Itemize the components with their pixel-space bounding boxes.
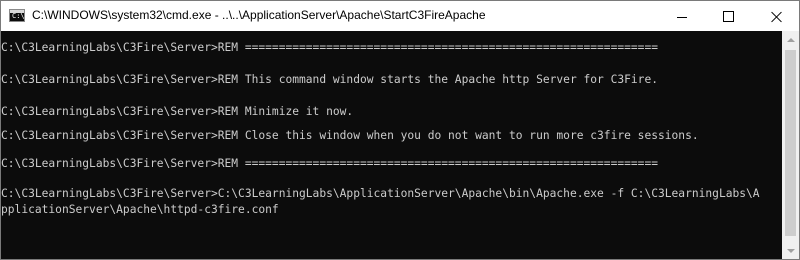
scroll-up-arrow-icon [786, 37, 795, 42]
cmd-window: C:\ C:\WINDOWS\system32\cmd.exe - ..\..\… [0, 0, 800, 260]
minimize-button[interactable] [659, 1, 705, 31]
console-line: C:\C3LearningLabs\C3Fire\Server>REM This… [1, 73, 658, 86]
console-line: C:\C3LearningLabs\C3Fire\Server>REM Clos… [1, 129, 699, 142]
console-output[interactable]: C:\C3LearningLabs\C3Fire\Server>REM ====… [1, 31, 782, 259]
scrollbar-thumb[interactable] [785, 50, 796, 236]
console-line: pplicationServer\Apache\httpd-c3fire.con… [1, 203, 279, 216]
cmd-icon[interactable]: C:\ [9, 9, 25, 22]
console-line: C:\C3LearningLabs\C3Fire\Server>REM ====… [1, 157, 658, 170]
minimize-icon [677, 16, 687, 18]
scroll-up-button[interactable] [782, 31, 799, 48]
title-bar[interactable]: C:\ C:\WINDOWS\system32\cmd.exe - ..\..\… [1, 1, 799, 31]
console-line: C:\C3LearningLabs\C3Fire\Server>C:\C3Lea… [1, 187, 760, 200]
console-line: C:\C3LearningLabs\C3Fire\Server>REM Mini… [1, 105, 354, 118]
scroll-down-arrow-icon [786, 248, 795, 253]
scroll-down-button[interactable] [782, 242, 799, 259]
close-icon [771, 11, 782, 22]
close-button[interactable] [753, 1, 799, 31]
window-title: C:\WINDOWS\system32\cmd.exe - ..\..\Appl… [32, 8, 486, 22]
vertical-scrollbar[interactable] [782, 31, 799, 259]
console-line: C:\C3LearningLabs\C3Fire\Server>REM ====… [1, 41, 658, 54]
maximize-button[interactable] [705, 1, 751, 31]
cmd-icon-text: C:\ [12, 12, 25, 20]
maximize-icon [722, 10, 734, 22]
